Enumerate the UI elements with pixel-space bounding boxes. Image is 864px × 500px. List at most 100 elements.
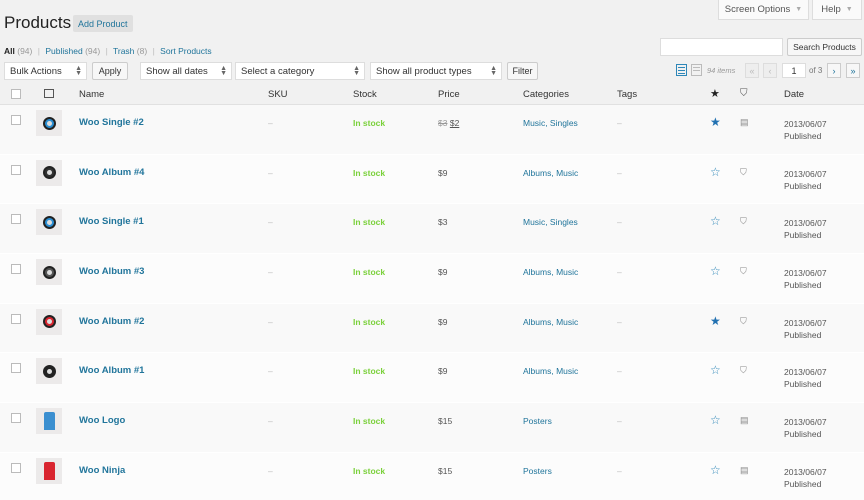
column-date[interactable]: Date bbox=[784, 89, 804, 100]
table-row[interactable]: Woo Album #1 – In stock $9 Albums, Music… bbox=[0, 353, 864, 404]
prev-page-button[interactable]: ‹ bbox=[763, 63, 777, 78]
category-select[interactable]: Select a category ▲ ▼ bbox=[235, 62, 365, 80]
row-checkbox[interactable] bbox=[11, 462, 21, 473]
product-thumbnail[interactable] bbox=[36, 259, 62, 286]
table-row[interactable]: Woo Album #2 – In stock $9 Albums, Music… bbox=[0, 303, 864, 354]
stock-status: In stock bbox=[353, 465, 386, 476]
screen-options-button[interactable]: Screen Options ▼ bbox=[718, 0, 809, 20]
current-page-input[interactable]: 1 bbox=[782, 63, 806, 78]
product-thumbnail[interactable] bbox=[36, 159, 62, 186]
column-sku[interactable]: SKU bbox=[268, 89, 288, 100]
apply-button[interactable]: Apply bbox=[92, 62, 128, 80]
bulk-actions-select[interactable]: Bulk Actions ▲ ▼ bbox=[4, 62, 87, 80]
product-name-link[interactable]: Woo Album #3 bbox=[79, 266, 144, 277]
column-name[interactable]: Name bbox=[79, 89, 104, 100]
filter-all[interactable]: All bbox=[4, 46, 15, 56]
product-tags: – bbox=[617, 167, 622, 178]
row-checkbox[interactable] bbox=[11, 264, 21, 275]
products-table: Name SKU Stock Price Categories Tags ★ ⛉… bbox=[0, 83, 864, 500]
select-arrows-icon: ▲ ▼ bbox=[220, 65, 227, 77]
downloadable-icon: ▤ bbox=[740, 117, 749, 127]
row-checkbox[interactable] bbox=[11, 313, 21, 324]
product-name-link[interactable]: Woo Ninja bbox=[79, 465, 125, 476]
select-arrows-icon: ▲ ▼ bbox=[75, 65, 82, 77]
sort-products-link[interactable]: Sort Products bbox=[160, 46, 212, 56]
row-checkbox[interactable] bbox=[11, 214, 21, 225]
search-products-button[interactable]: Search Products bbox=[787, 38, 862, 56]
unfeatured-star-icon[interactable]: ☆ bbox=[710, 363, 721, 377]
excerpt-view-icon[interactable] bbox=[691, 64, 702, 76]
column-price[interactable]: Price bbox=[438, 89, 460, 100]
product-date: 2013/06/07 Published bbox=[784, 168, 827, 192]
table-row[interactable]: Woo Ninja – In stock $15 Posters – ☆ ▤ 2… bbox=[0, 452, 864, 500]
table-row[interactable]: Woo Single #1 – In stock $3 Music, Singl… bbox=[0, 204, 864, 255]
table-row[interactable]: Woo Single #2 – In stock $3 $2 Music, Si… bbox=[0, 105, 864, 155]
price: $9 bbox=[438, 167, 448, 178]
product-categories[interactable]: Albums, Music bbox=[523, 366, 578, 376]
next-page-button[interactable]: › bbox=[827, 63, 841, 78]
product-thumbnail[interactable] bbox=[36, 358, 62, 385]
stock-status: In stock bbox=[353, 267, 386, 278]
search-input[interactable] bbox=[660, 38, 783, 56]
featured-star-icon[interactable]: ★ bbox=[710, 115, 721, 129]
select-all-checkbox[interactable] bbox=[11, 89, 21, 99]
publish-status: Published bbox=[784, 329, 822, 340]
date-value: 2013/06/07 bbox=[784, 268, 827, 279]
help-button[interactable]: Help ▼ bbox=[812, 0, 862, 20]
product-categories[interactable]: Posters bbox=[523, 416, 552, 426]
product-categories[interactable]: Posters bbox=[523, 466, 552, 476]
product-categories[interactable]: Music, Singles bbox=[523, 217, 578, 227]
unfeatured-star-icon[interactable]: ☆ bbox=[710, 463, 721, 477]
product-name-link[interactable]: Woo Album #2 bbox=[79, 316, 144, 327]
unfeatured-star-icon[interactable]: ☆ bbox=[710, 165, 721, 179]
filter-button[interactable]: Filter bbox=[507, 62, 538, 80]
virtual-icon: ⛉ bbox=[740, 315, 747, 326]
product-thumbnail[interactable] bbox=[36, 457, 62, 484]
add-product-button[interactable]: Add Product bbox=[73, 15, 133, 32]
filter-trash[interactable]: Trash bbox=[113, 46, 134, 56]
product-price: $15 bbox=[438, 466, 452, 476]
product-name-link[interactable]: Woo Album #4 bbox=[79, 167, 144, 178]
product-thumbnail[interactable] bbox=[36, 308, 62, 335]
featured-star-icon[interactable]: ★ bbox=[710, 87, 720, 100]
first-page-button[interactable]: « bbox=[745, 63, 759, 78]
product-price: $9 bbox=[438, 317, 447, 327]
dates-select[interactable]: Show all dates ▲ ▼ bbox=[140, 62, 232, 80]
table-row[interactable]: Woo Album #4 – In stock $9 Albums, Music… bbox=[0, 154, 864, 205]
product-categories[interactable]: Albums, Music bbox=[523, 267, 578, 277]
product-tags: – bbox=[617, 118, 622, 128]
product-type-select[interactable]: Show all product types ▲ ▼ bbox=[370, 62, 502, 80]
table-row[interactable]: Woo Logo – In stock $15 Posters – ☆ ▤ 20… bbox=[0, 403, 864, 453]
unfeatured-star-icon[interactable]: ☆ bbox=[710, 264, 721, 278]
product-categories[interactable]: Albums, Music bbox=[523, 168, 578, 178]
product-price: $9 bbox=[438, 366, 447, 376]
product-categories[interactable]: Music, Singles bbox=[523, 118, 578, 128]
list-view-icon[interactable] bbox=[676, 64, 687, 76]
product-name-link[interactable]: Woo Single #2 bbox=[79, 117, 144, 128]
featured-star-icon[interactable]: ★ bbox=[710, 314, 721, 328]
price: $15 bbox=[438, 465, 453, 476]
filter-separator: | bbox=[37, 46, 40, 56]
table-row[interactable]: Woo Album #3 – In stock $9 Albums, Music… bbox=[0, 254, 864, 304]
row-checkbox[interactable] bbox=[11, 164, 21, 175]
sale-price: $2 bbox=[449, 118, 460, 128]
product-name-link[interactable]: Woo Single #1 bbox=[79, 216, 144, 227]
product-price: $3 $2 bbox=[438, 118, 459, 128]
unfeatured-star-icon[interactable]: ☆ bbox=[710, 413, 721, 427]
product-thumbnail[interactable] bbox=[36, 110, 62, 136]
product-thumbnail[interactable] bbox=[36, 408, 62, 435]
row-checkbox[interactable] bbox=[11, 363, 21, 374]
unfeatured-star-icon[interactable]: ☆ bbox=[710, 214, 721, 228]
row-checkbox[interactable] bbox=[11, 115, 21, 125]
product-date: 2013/06/07 Published bbox=[784, 267, 827, 291]
product-thumbnail[interactable] bbox=[36, 209, 62, 236]
product-categories[interactable]: Albums, Music bbox=[523, 317, 578, 327]
caret-down-icon: ▼ bbox=[845, 6, 853, 13]
last-page-button[interactable]: » bbox=[846, 63, 860, 78]
album-thumb-icon bbox=[42, 364, 56, 378]
product-name-link[interactable]: Woo Album #1 bbox=[79, 365, 144, 376]
row-checkbox[interactable] bbox=[11, 413, 21, 424]
filter-published[interactable]: Published bbox=[45, 46, 82, 56]
product-name-link[interactable]: Woo Logo bbox=[79, 415, 125, 426]
column-tags: Tags bbox=[617, 89, 638, 100]
